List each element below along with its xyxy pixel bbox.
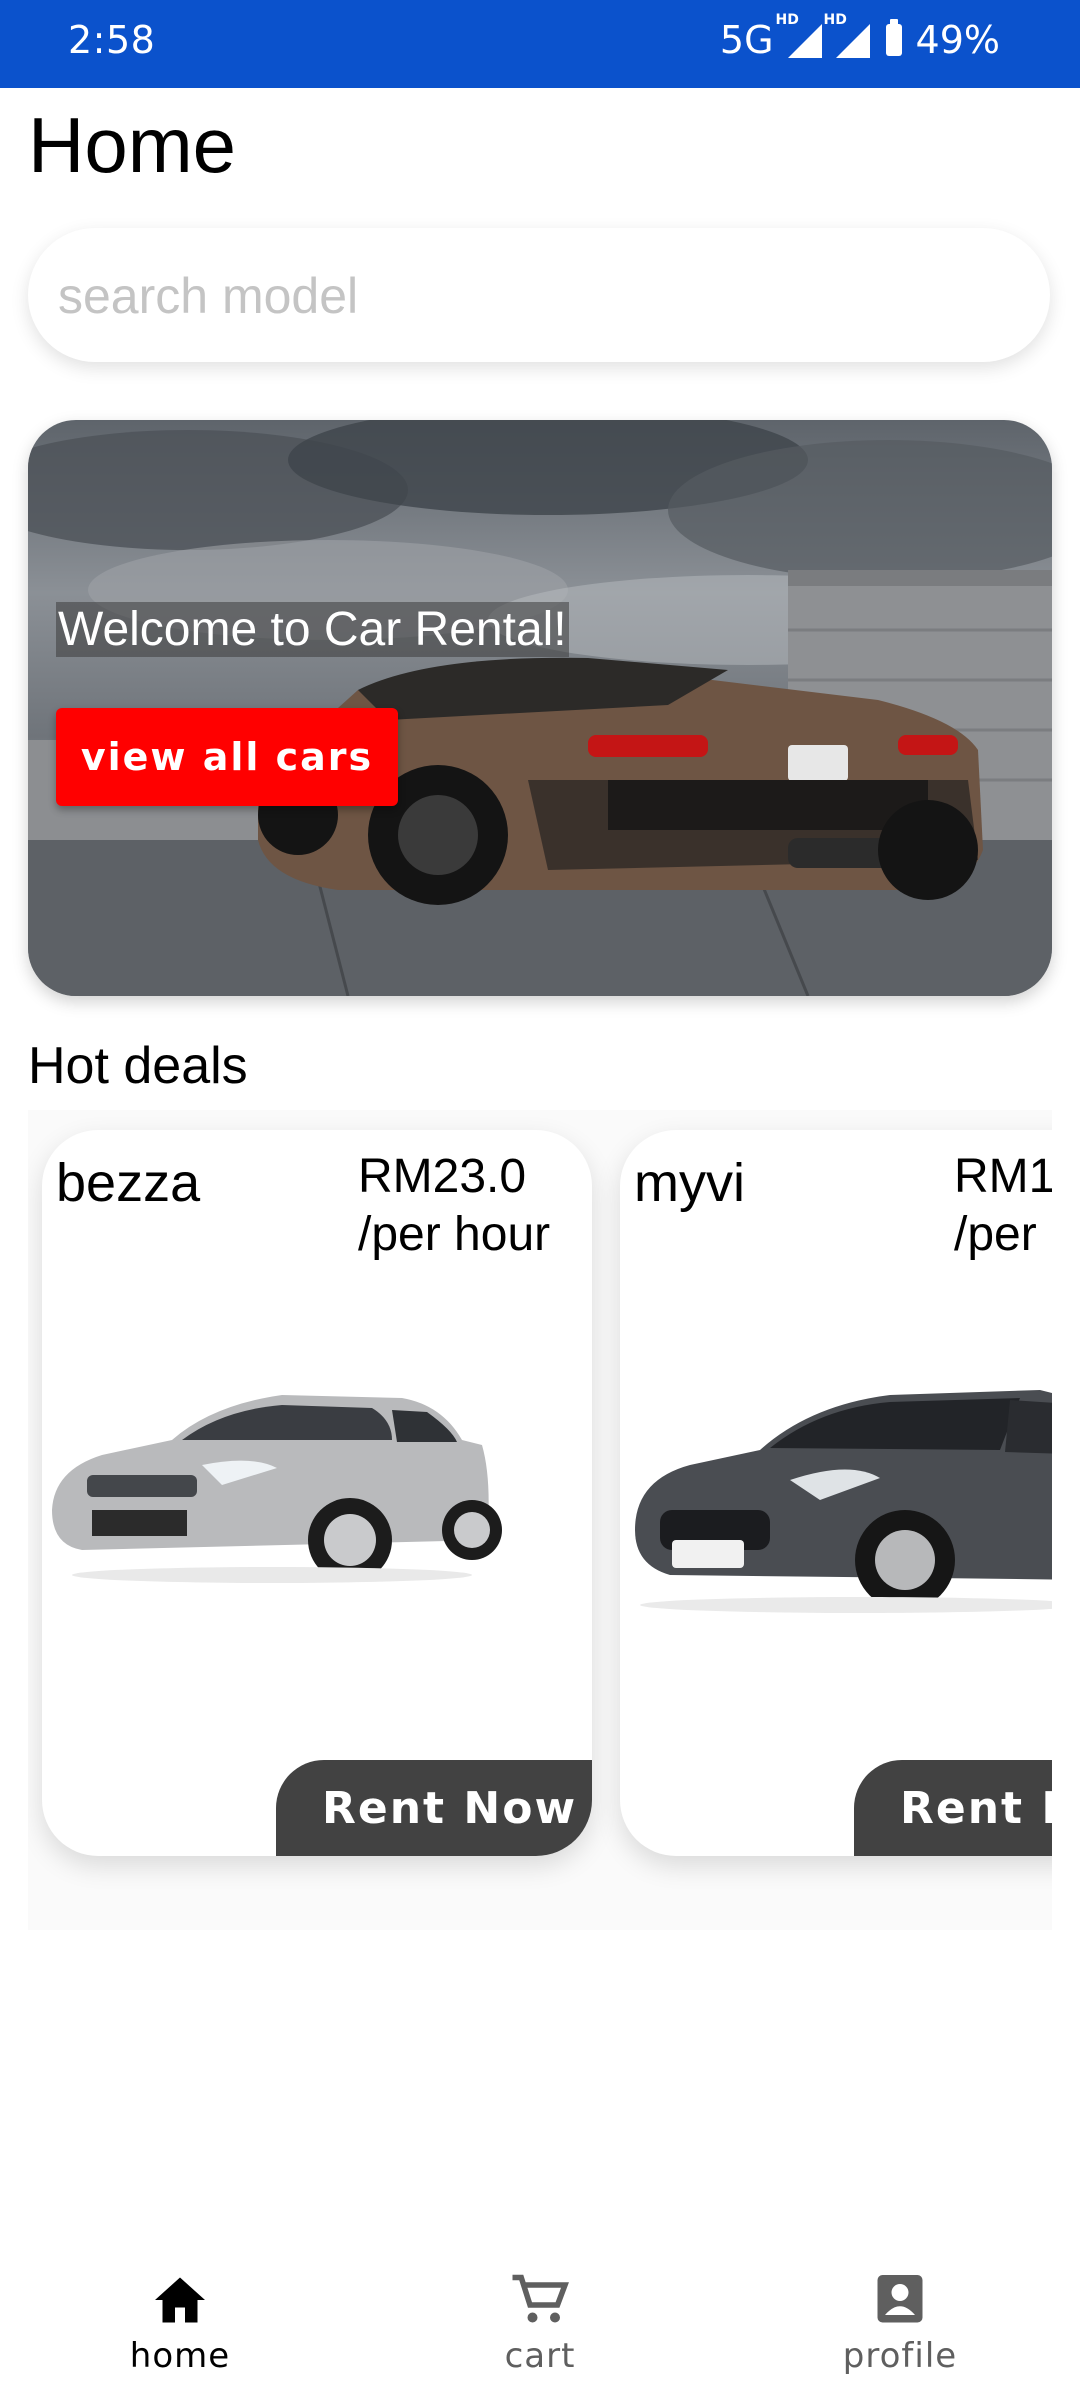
signal-icon-2: HD [824, 12, 870, 60]
rent-now-button[interactable]: Rent N [854, 1760, 1052, 1856]
search-input[interactable] [56, 256, 1020, 336]
nav-home[interactable]: home [80, 2272, 280, 2376]
home-icon [155, 2277, 205, 2323]
welcome-banner: Welcome to Car Rental! view all cars [28, 420, 1052, 996]
page-title: Home [28, 101, 237, 189]
myvi-car-image [635, 1390, 1052, 1613]
deal-price: RM1 /per [954, 1148, 1052, 1264]
deal-price-amount: RM1 [954, 1150, 1052, 1203]
nav-cart-label: cart [504, 2336, 576, 2376]
nav-profile-label: profile [842, 2336, 958, 2376]
status-time: 2:58 [68, 18, 156, 62]
hot-deals-title: Hot deals [28, 1037, 248, 1095]
network-type: 5G [719, 18, 774, 62]
home-screen: 2:58 5G HD HD 49% Home search model Welc… [0, 0, 1080, 2400]
deal-price: RM23.0 /per hour [358, 1148, 578, 1264]
nav-cart[interactable]: cart [440, 2272, 640, 2376]
deal-price-unit: /per hour [358, 1208, 551, 1261]
status-bar: 2:58 5G HD HD 49% [0, 0, 1080, 88]
search-bar[interactable] [28, 228, 1050, 362]
deal-name: bezza [56, 1153, 201, 1213]
hot-deals-carousel[interactable]: bezza RM23.0 /per hour Rent Now myvi RM1… [28, 1110, 1052, 1930]
view-all-cars-button[interactable]: view all cars [56, 708, 398, 806]
bottom-navigation: home cart profile [0, 2244, 1080, 2400]
cart-icon [512, 2274, 569, 2323]
bezza-car-image [52, 1395, 502, 1583]
deal-price-amount: RM23.0 [358, 1150, 527, 1203]
deal-card-myvi[interactable]: myvi RM1 /per Rent N [620, 1130, 1052, 1856]
deal-name: myvi [634, 1153, 745, 1213]
rent-now-button[interactable]: Rent Now [276, 1760, 592, 1856]
nav-profile[interactable]: profile [800, 2272, 1000, 2376]
nav-home-label: home [129, 2336, 231, 2376]
deal-card-bezza[interactable]: bezza RM23.0 /per hour Rent Now [42, 1130, 592, 1856]
profile-icon [877, 2275, 923, 2323]
battery-level: 49% [915, 18, 1000, 62]
welcome-text: Welcome to Car Rental! [56, 602, 569, 657]
deal-price-unit: /per [954, 1208, 1037, 1261]
signal-icon: HD [776, 12, 822, 60]
battery-icon [885, 19, 902, 56]
status-indicators: 5G HD HD 49% [719, 12, 1000, 64]
